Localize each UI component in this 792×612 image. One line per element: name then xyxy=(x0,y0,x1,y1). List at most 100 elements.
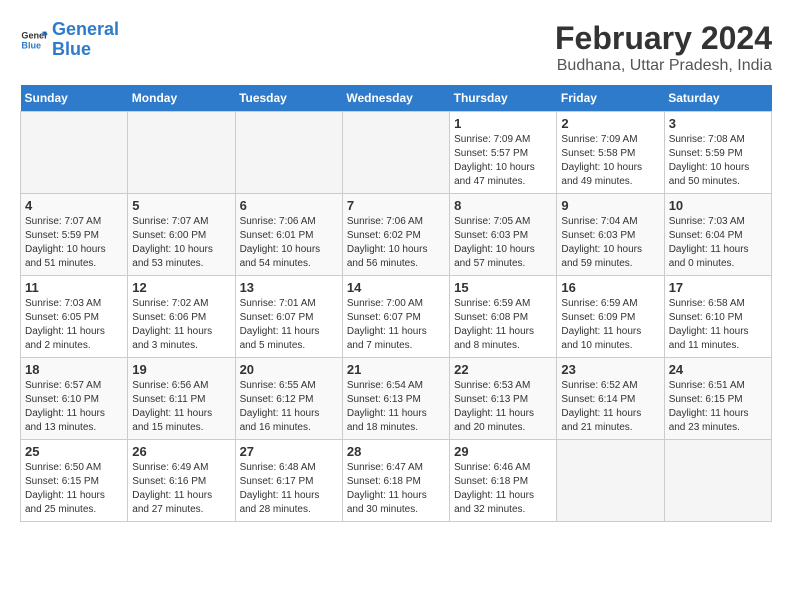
calendar-cell: 15 Sunrise: 6:59 AM Sunset: 6:08 PM Dayli… xyxy=(450,276,557,358)
day-detail: Sunrise: 6:58 AM Sunset: 6:10 PM Dayligh… xyxy=(669,297,767,353)
day-number: 2 xyxy=(561,116,659,131)
calendar-table: SundayMondayTuesdayWednesdayThursdayFrid… xyxy=(20,85,772,522)
calendar-cell: 9 Sunrise: 7:04 AM Sunset: 6:03 PM Daylig… xyxy=(557,194,664,276)
day-number: 14 xyxy=(347,280,445,295)
day-number: 22 xyxy=(454,362,552,377)
day-number: 11 xyxy=(25,280,123,295)
day-detail: Sunrise: 6:46 AM Sunset: 6:18 PM Dayligh… xyxy=(454,461,552,517)
day-detail: Sunrise: 6:49 AM Sunset: 6:16 PM Dayligh… xyxy=(132,461,230,517)
calendar-cell xyxy=(128,112,235,194)
logo-icon: General Blue xyxy=(20,26,48,54)
logo-text: GeneralBlue xyxy=(52,20,119,60)
calendar-cell: 6 Sunrise: 7:06 AM Sunset: 6:01 PM Daylig… xyxy=(235,194,342,276)
calendar-cell: 22 Sunrise: 6:53 AM Sunset: 6:13 PM Dayli… xyxy=(450,358,557,440)
day-number: 25 xyxy=(25,444,123,459)
day-detail: Sunrise: 6:59 AM Sunset: 6:09 PM Dayligh… xyxy=(561,297,659,353)
day-header-wednesday: Wednesday xyxy=(342,85,449,112)
day-number: 16 xyxy=(561,280,659,295)
day-number: 6 xyxy=(240,198,338,213)
day-detail: Sunrise: 7:07 AM Sunset: 6:00 PM Dayligh… xyxy=(132,215,230,271)
day-number: 1 xyxy=(454,116,552,131)
calendar-cell: 28 Sunrise: 6:47 AM Sunset: 6:18 PM Dayli… xyxy=(342,440,449,522)
calendar-cell xyxy=(664,440,771,522)
day-detail: Sunrise: 6:48 AM Sunset: 6:17 PM Dayligh… xyxy=(240,461,338,517)
calendar-cell: 23 Sunrise: 6:52 AM Sunset: 6:14 PM Dayli… xyxy=(557,358,664,440)
day-detail: Sunrise: 7:06 AM Sunset: 6:02 PM Dayligh… xyxy=(347,215,445,271)
day-detail: Sunrise: 7:09 AM Sunset: 5:57 PM Dayligh… xyxy=(454,133,552,189)
day-detail: Sunrise: 7:06 AM Sunset: 6:01 PM Dayligh… xyxy=(240,215,338,271)
page-header: General Blue GeneralBlue February 2024 B… xyxy=(20,20,772,75)
day-number: 17 xyxy=(669,280,767,295)
day-detail: Sunrise: 6:51 AM Sunset: 6:15 PM Dayligh… xyxy=(669,379,767,435)
day-detail: Sunrise: 7:04 AM Sunset: 6:03 PM Dayligh… xyxy=(561,215,659,271)
main-title: February 2024 xyxy=(555,20,772,57)
day-detail: Sunrise: 7:02 AM Sunset: 6:06 PM Dayligh… xyxy=(132,297,230,353)
day-header-thursday: Thursday xyxy=(450,85,557,112)
day-number: 12 xyxy=(132,280,230,295)
calendar-cell xyxy=(21,112,128,194)
day-number: 8 xyxy=(454,198,552,213)
day-detail: Sunrise: 6:53 AM Sunset: 6:13 PM Dayligh… xyxy=(454,379,552,435)
day-detail: Sunrise: 7:03 AM Sunset: 6:05 PM Dayligh… xyxy=(25,297,123,353)
day-detail: Sunrise: 7:00 AM Sunset: 6:07 PM Dayligh… xyxy=(347,297,445,353)
day-header-friday: Friday xyxy=(557,85,664,112)
day-header-tuesday: Tuesday xyxy=(235,85,342,112)
calendar-week-2: 4 Sunrise: 7:07 AM Sunset: 5:59 PM Daylig… xyxy=(21,194,772,276)
calendar-cell xyxy=(235,112,342,194)
day-number: 21 xyxy=(347,362,445,377)
calendar-cell: 19Sunrise: 6:56 AM Sunset: 6:11 PM Dayli… xyxy=(128,358,235,440)
day-detail: Sunrise: 7:08 AM Sunset: 5:59 PM Dayligh… xyxy=(669,133,767,189)
subtitle: Budhana, Uttar Pradesh, India xyxy=(555,57,772,75)
calendar-cell: 26 Sunrise: 6:49 AM Sunset: 6:16 PM Dayli… xyxy=(128,440,235,522)
calendar-cell: 7 Sunrise: 7:06 AM Sunset: 6:02 PM Daylig… xyxy=(342,194,449,276)
day-detail: Sunrise: 7:09 AM Sunset: 5:58 PM Dayligh… xyxy=(561,133,659,189)
day-number: 9 xyxy=(561,198,659,213)
day-number: 5 xyxy=(132,198,230,213)
calendar-week-5: 25Sunrise: 6:50 AM Sunset: 6:15 PM Dayli… xyxy=(21,440,772,522)
day-detail: Sunrise: 6:52 AM Sunset: 6:14 PM Dayligh… xyxy=(561,379,659,435)
logo: General Blue GeneralBlue xyxy=(20,20,119,60)
calendar-cell xyxy=(557,440,664,522)
day-detail: Sunrise: 6:57 AM Sunset: 6:10 PM Dayligh… xyxy=(25,379,123,435)
calendar-cell: 8Sunrise: 7:05 AM Sunset: 6:03 PM Daylig… xyxy=(450,194,557,276)
day-number: 26 xyxy=(132,444,230,459)
svg-text:Blue: Blue xyxy=(21,40,41,50)
calendar-cell: 25Sunrise: 6:50 AM Sunset: 6:15 PM Dayli… xyxy=(21,440,128,522)
day-detail: Sunrise: 7:03 AM Sunset: 6:04 PM Dayligh… xyxy=(669,215,767,271)
day-header-monday: Monday xyxy=(128,85,235,112)
calendar-cell: 27 Sunrise: 6:48 AM Sunset: 6:17 PM Dayli… xyxy=(235,440,342,522)
calendar-cell: 29 Sunrise: 6:46 AM Sunset: 6:18 PM Dayli… xyxy=(450,440,557,522)
day-number: 15 xyxy=(454,280,552,295)
day-number: 23 xyxy=(561,362,659,377)
day-detail: Sunrise: 6:59 AM Sunset: 6:08 PM Dayligh… xyxy=(454,297,552,353)
calendar-cell: 3 Sunrise: 7:08 AM Sunset: 5:59 PM Daylig… xyxy=(664,112,771,194)
day-header-sunday: Sunday xyxy=(21,85,128,112)
day-detail: Sunrise: 6:54 AM Sunset: 6:13 PM Dayligh… xyxy=(347,379,445,435)
day-header-saturday: Saturday xyxy=(664,85,771,112)
calendar-cell: 17 Sunrise: 6:58 AM Sunset: 6:10 PM Dayli… xyxy=(664,276,771,358)
calendar-cell: 10 Sunrise: 7:03 AM Sunset: 6:04 PM Dayli… xyxy=(664,194,771,276)
day-number: 19 xyxy=(132,362,230,377)
calendar-header-row: SundayMondayTuesdayWednesdayThursdayFrid… xyxy=(21,85,772,112)
day-number: 27 xyxy=(240,444,338,459)
day-number: 18 xyxy=(25,362,123,377)
day-detail: Sunrise: 6:47 AM Sunset: 6:18 PM Dayligh… xyxy=(347,461,445,517)
calendar-cell: 21 Sunrise: 6:54 AM Sunset: 6:13 PM Dayli… xyxy=(342,358,449,440)
day-number: 29 xyxy=(454,444,552,459)
calendar-cell: 16 Sunrise: 6:59 AM Sunset: 6:09 PM Dayli… xyxy=(557,276,664,358)
day-number: 7 xyxy=(347,198,445,213)
day-number: 3 xyxy=(669,116,767,131)
calendar-cell: 12 Sunrise: 7:02 AM Sunset: 6:06 PM Dayli… xyxy=(128,276,235,358)
calendar-cell: 1 Sunrise: 7:09 AM Sunset: 5:57 PM Daylig… xyxy=(450,112,557,194)
day-number: 20 xyxy=(240,362,338,377)
calendar-cell: 13 Sunrise: 7:01 AM Sunset: 6:07 PM Dayli… xyxy=(235,276,342,358)
day-number: 4 xyxy=(25,198,123,213)
calendar-body: 1 Sunrise: 7:09 AM Sunset: 5:57 PM Daylig… xyxy=(21,112,772,522)
day-detail: Sunrise: 7:07 AM Sunset: 5:59 PM Dayligh… xyxy=(25,215,123,271)
calendar-cell: 24Sunrise: 6:51 AM Sunset: 6:15 PM Dayli… xyxy=(664,358,771,440)
day-number: 28 xyxy=(347,444,445,459)
day-number: 13 xyxy=(240,280,338,295)
calendar-cell: 14 Sunrise: 7:00 AM Sunset: 6:07 PM Dayli… xyxy=(342,276,449,358)
day-detail: Sunrise: 7:01 AM Sunset: 6:07 PM Dayligh… xyxy=(240,297,338,353)
day-number: 10 xyxy=(669,198,767,213)
